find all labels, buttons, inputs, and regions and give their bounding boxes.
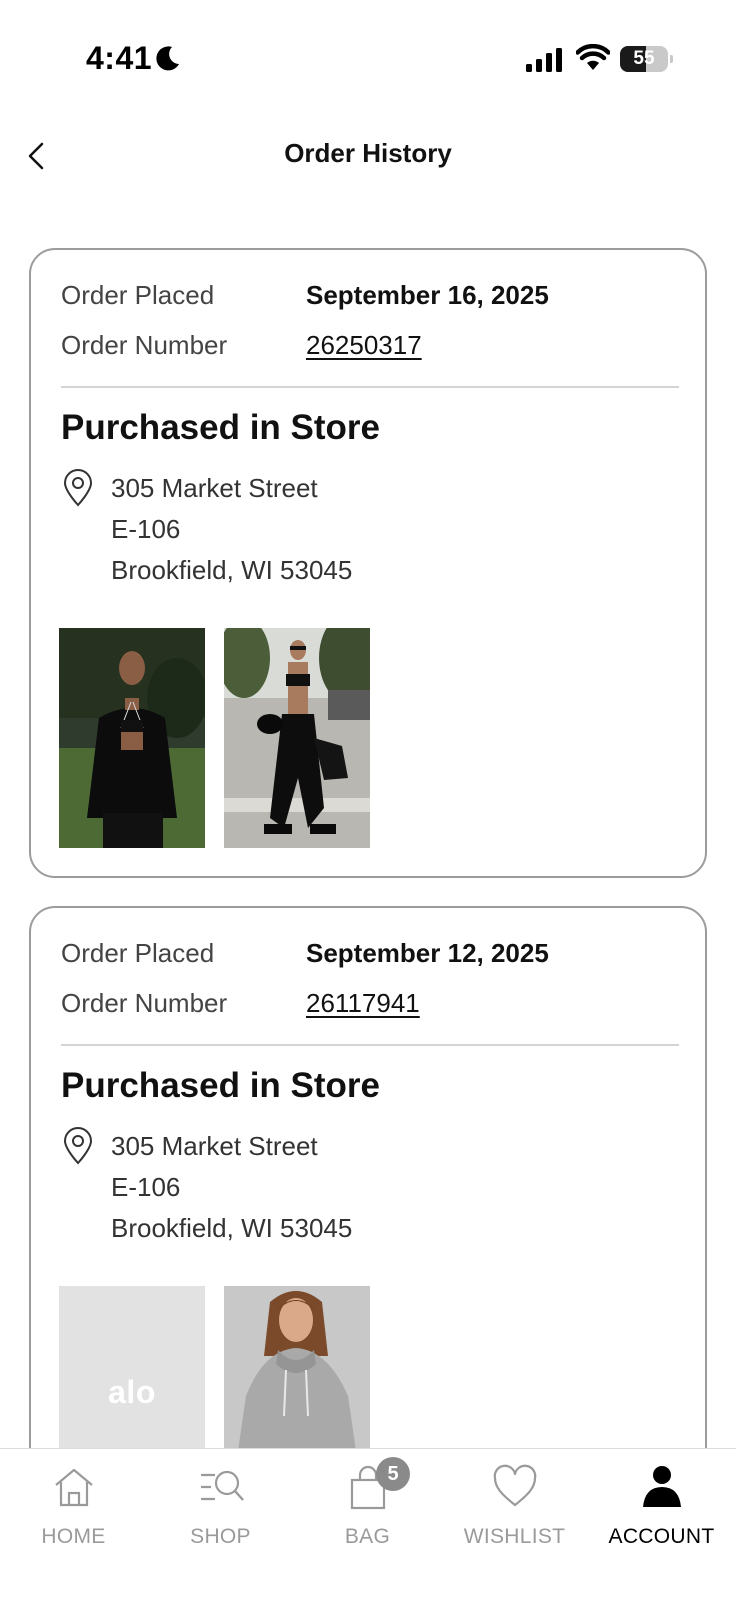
order-placed-date: September 12, 2025	[306, 938, 549, 968]
location-pin-icon	[63, 469, 93, 507]
tab-account[interactable]: ACCOUNT	[588, 1449, 735, 1569]
divider	[61, 386, 679, 388]
home-icon	[54, 1468, 93, 1507]
page-title: Order History	[284, 138, 452, 168]
address-line-3: Brookfield, WI 53045	[111, 1213, 353, 1243]
tab-bag[interactable]: 5 BAG	[294, 1449, 441, 1569]
cellular-signal-icon	[526, 48, 562, 72]
battery-nub	[670, 55, 673, 63]
address-line-2: E-106	[111, 514, 181, 544]
order-number-label: Order Number	[61, 330, 228, 360]
bag-count-badge: 5	[376, 1457, 410, 1491]
tab-label: SHOP	[190, 1525, 251, 1548]
product-photo-street-outfit	[224, 628, 370, 848]
address-line-2: E-106	[111, 1172, 181, 1202]
alo-logo: alo	[108, 1374, 156, 1410]
order-card[interactable]: Order Placed September 16, 2025 Order Nu…	[29, 248, 707, 878]
address-line-3: Brookfield, WI 53045	[111, 555, 353, 585]
store-address: 305 Market Street E-106 Brookfield, WI 5…	[111, 1126, 352, 1249]
order-number-link[interactable]: 26117941	[306, 988, 420, 1019]
product-photo-black-hoodie	[59, 628, 205, 848]
shop-search-icon	[200, 1470, 244, 1501]
bottom-tab-bar: HOME SHOP 5 BAG WISHLIST ACCOUNT	[0, 1448, 736, 1600]
product-image[interactable]	[224, 628, 370, 848]
product-image[interactable]	[59, 628, 205, 848]
purchase-type-heading: Purchased in Store	[61, 408, 380, 447]
order-number-link[interactable]: 26250317	[306, 330, 422, 361]
purchase-type-heading: Purchased in Store	[61, 1066, 380, 1105]
tab-label: WISHLIST	[463, 1525, 566, 1548]
battery-indicator: 55	[620, 46, 673, 72]
tab-label: HOME	[41, 1525, 106, 1548]
status-time: 4:41	[86, 40, 153, 76]
tab-label: BAG	[344, 1525, 391, 1548]
tab-shop[interactable]: SHOP	[147, 1449, 294, 1569]
account-icon	[642, 1466, 681, 1507]
order-number-label: Order Number	[61, 988, 228, 1018]
order-placed-date: September 16, 2025	[306, 280, 549, 310]
location-pin-icon	[63, 1127, 93, 1165]
battery-body: 55	[620, 46, 668, 72]
status-bar: 4:41 55	[0, 0, 736, 110]
address-line-1: 305 Market Street	[111, 473, 318, 503]
order-placed-label: Order Placed	[61, 938, 215, 968]
battery-level: 55	[633, 48, 655, 69]
tab-home[interactable]: HOME	[0, 1449, 147, 1569]
heart-icon	[493, 1464, 536, 1507]
wifi-icon	[576, 44, 610, 70]
store-address: 305 Market Street E-106 Brookfield, WI 5…	[111, 468, 352, 591]
divider	[61, 1044, 679, 1046]
address-line-1: 305 Market Street	[111, 1131, 318, 1161]
moon-icon	[156, 46, 179, 71]
tab-wishlist[interactable]: WISHLIST	[441, 1449, 588, 1569]
navigation-header: Order History	[0, 120, 736, 192]
tab-label: ACCOUNT	[608, 1525, 715, 1548]
order-placed-label: Order Placed	[61, 280, 215, 310]
